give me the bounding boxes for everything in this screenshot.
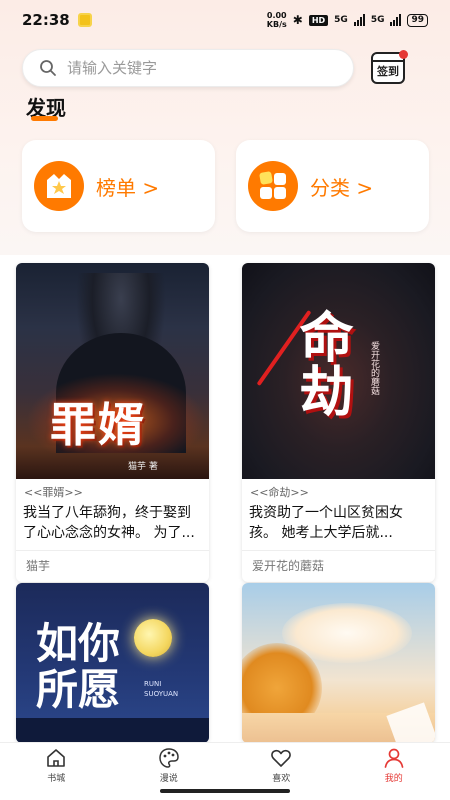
book-card[interactable]: 命劫 爱开花的蘑菇 <<命劫>> 我资助了一个山区贫困女孩。 她考上大学后就..… <box>242 263 435 582</box>
nav-label: 喜欢 <box>272 774 291 784</box>
cover-title: 罪婿 <box>50 398 146 452</box>
palette-icon <box>158 748 179 768</box>
book-card[interactable]: 罪婿 猫芋 著 <<罪婿>> 我当了八年舔狗，终于娶到了心心念念的女神。 为了.… <box>16 263 209 582</box>
home-icon <box>47 749 66 767</box>
search-input[interactable] <box>67 59 317 77</box>
cover-author: 猫芋 著 <box>128 462 158 472</box>
book-author: 猫芋 <box>26 559 51 573</box>
book-description: 我资助了一个山区贫困女孩。 她考上大学后就... <box>249 505 403 541</box>
cover-subtitle: RUNI SUOYUAN <box>144 680 179 698</box>
nav-label: 漫说 <box>159 774 178 784</box>
search-icon <box>40 60 56 76</box>
signal-label-1: 5G <box>334 15 348 25</box>
notification-dot <box>399 50 408 59</box>
signal-label-2: 5G <box>370 15 385 25</box>
signal-icon <box>353 14 365 26</box>
status-bar: 22:38 0.00 KB/s ✱ HD 5G 5G 99 <box>0 0 450 40</box>
nav-item-profile[interactable]: 我的 <box>338 743 450 800</box>
cover-title: 如你所愿 <box>36 619 121 714</box>
category-icon <box>248 161 298 211</box>
user-icon <box>384 748 404 768</box>
ranking-icon <box>34 161 84 211</box>
book-cover: 罪婿 猫芋 著 <box>16 263 209 479</box>
category-label: 分类 > <box>310 175 374 200</box>
book-cover: 如你所愿 RUNI SUOYUAN <box>16 583 209 743</box>
checkin-button[interactable]: 签到 <box>371 50 408 84</box>
book-cover <box>242 583 435 743</box>
home-indicator <box>160 789 290 793</box>
nav-item-bookstore[interactable]: 书城 <box>0 743 113 800</box>
book-card[interactable] <box>242 583 435 743</box>
nav-label: 书城 <box>47 774 66 784</box>
checkin-label: 签到 <box>377 65 399 78</box>
cover-page-curl <box>386 702 435 743</box>
search-bar[interactable] <box>22 49 354 87</box>
book-tag: <<罪婿>> <box>24 486 83 499</box>
category-card[interactable]: 分类 > <box>236 140 429 232</box>
network-speed: 0.00 KB/s <box>267 11 287 29</box>
cover-author: 爱开花的蘑菇 <box>369 341 379 395</box>
book-author: 爱开花的蘑菇 <box>252 559 325 573</box>
ranking-label: 榜单 > <box>96 175 160 200</box>
nav-label: 我的 <box>384 774 403 784</box>
book-cover: 命劫 爱开花的蘑菇 <box>242 263 435 479</box>
cover-title: 命劫 <box>290 309 354 417</box>
battery-icon: 99 <box>407 13 428 27</box>
section-title-underline <box>31 116 58 121</box>
ranking-card[interactable]: 榜单 > <box>22 140 215 232</box>
notification-icon <box>77 13 92 27</box>
status-time: 22:38 <box>22 11 70 29</box>
status-indicators: 0.00 KB/s ✱ HD 5G 5G 99 <box>267 11 428 29</box>
hd-badge: HD <box>308 14 329 26</box>
net-speed-unit: KB/s <box>266 20 287 29</box>
book-tag: <<命劫>> <box>250 486 309 499</box>
bluetooth-icon: ✱ <box>292 13 303 27</box>
book-description: 我当了八年舔狗，终于娶到了心心念念的女神。 为了... <box>23 505 195 541</box>
net-speed-value: 0.00 <box>266 11 287 20</box>
book-card[interactable]: 如你所愿 RUNI SUOYUAN <box>16 583 209 743</box>
signal-icon-2 <box>390 14 402 26</box>
heart-icon <box>271 749 292 767</box>
cover-ground <box>16 718 209 743</box>
